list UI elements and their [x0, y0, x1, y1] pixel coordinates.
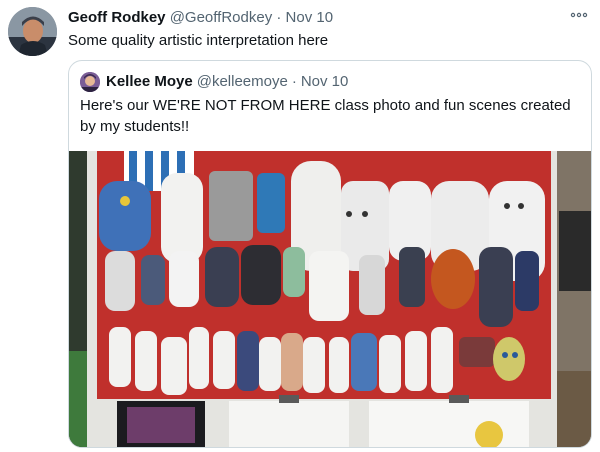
photo-illustration: [69, 151, 591, 447]
quoted-author-name[interactable]: Kellee Moye: [106, 72, 193, 92]
tweet[interactable]: Geoff Rodkey @GeoffRodkey · Nov 10 Some …: [0, 0, 600, 452]
author-handle[interactable]: @GeoffRodkey: [170, 9, 273, 26]
ellipsis-icon[interactable]: [570, 6, 588, 22]
separator-dot: ·: [291, 73, 297, 90]
tweet-text: Some quality artistic interpretation her…: [68, 32, 329, 49]
separator-dot: ·: [276, 9, 282, 26]
class-photo-image[interactable]: [69, 151, 591, 447]
quoted-author-handle[interactable]: @kelleemoye: [197, 72, 288, 92]
tweet-date[interactable]: Nov 10: [286, 9, 334, 26]
author-avatar[interactable]: [8, 7, 57, 56]
author-name[interactable]: Geoff Rodkey: [68, 9, 166, 26]
quoted-tweet-text: Here's our WE'RE NOT FROM HERE class pho…: [80, 97, 571, 135]
quoted-tweet[interactable]: Kellee Moye @kelleemoye · Nov 10 Here's …: [68, 60, 592, 448]
tweet-header: Geoff Rodkey @GeoffRodkey · Nov 10: [68, 8, 333, 28]
quoted-author-avatar[interactable]: [80, 72, 100, 92]
quoted-tweet-header: Kellee Moye @kelleemoye · Nov 10: [80, 72, 352, 92]
quoted-tweet-date[interactable]: Nov 10: [301, 72, 349, 92]
avatar-photo: [8, 7, 57, 56]
